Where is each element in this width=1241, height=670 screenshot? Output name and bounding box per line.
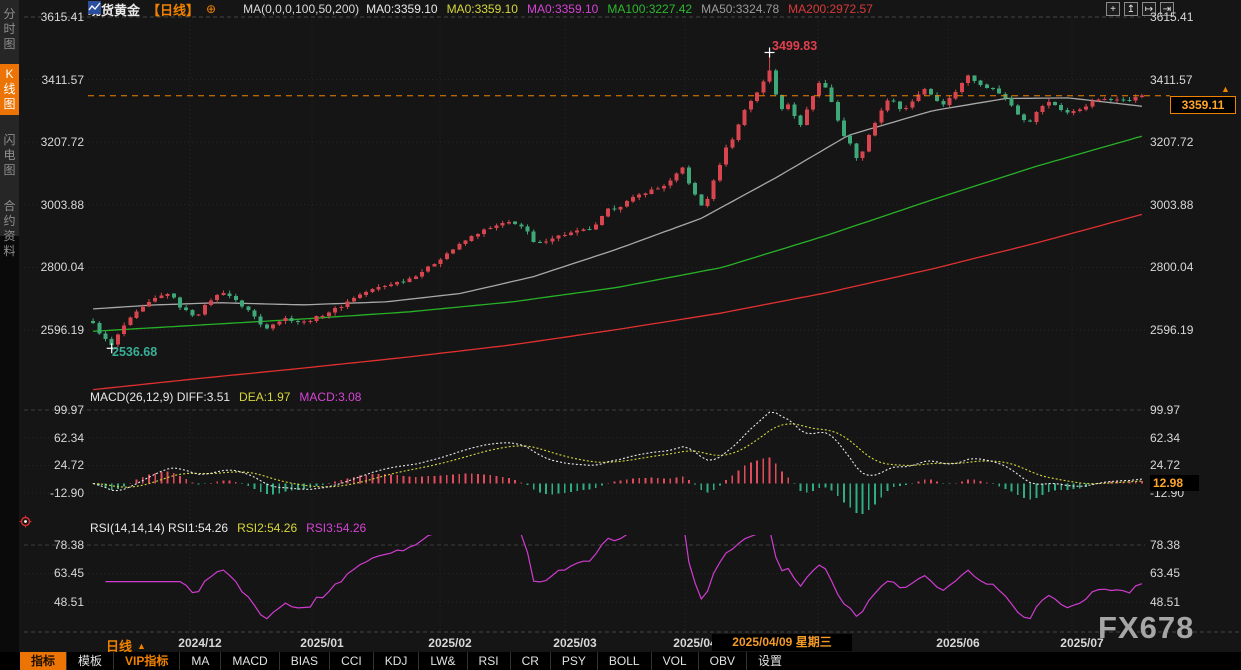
macd-ytick-right-2: 24.72: [1150, 458, 1210, 472]
ma-value-5: MA200:2972.57: [788, 2, 873, 16]
toolbar-tab-KDJ[interactable]: KDJ: [373, 652, 419, 670]
rsi-ytick-left-0: 78.38: [24, 538, 84, 552]
toolbar-tab-OBV[interactable]: OBV: [698, 652, 746, 670]
main-ytick-right-4: 2800.04: [1150, 260, 1210, 274]
toolbar-tab-RSI[interactable]: RSI: [467, 652, 510, 670]
indicator-toolbar: 指标模板VIP指标MAMACDBIASCCIKDJLW&RSICRPSYBOLL…: [0, 652, 1241, 670]
add-overlay-icon[interactable]: ⊕: [206, 2, 216, 16]
macd-ytick-left-3: -12.90: [24, 486, 84, 500]
period-tag: 【日线】: [147, 0, 199, 19]
toolbar-tab-MACD[interactable]: MACD: [220, 652, 278, 670]
zoom-up-icon[interactable]: ↥: [1124, 2, 1138, 16]
toolbar-tab-CR[interactable]: CR: [510, 652, 550, 670]
macd-ytick-left-2: 24.72: [24, 458, 84, 472]
chart-style-icon[interactable]: [223, 3, 236, 16]
toolbar-tab-BOLL[interactable]: BOLL: [597, 652, 651, 670]
rsi-ytick-right-1: 63.45: [1150, 566, 1210, 580]
x-axis-label-3: 2025/03: [553, 636, 596, 650]
toolbar-tab-CCI[interactable]: CCI: [329, 652, 373, 670]
toolbar-tab-MA[interactable]: MA: [179, 652, 220, 670]
rsi-label-part-0: RSI(14,14,14) RSI1:54.26: [90, 521, 228, 535]
sidebar-tab-kline-chart[interactable]: K线图: [0, 64, 19, 115]
x-axis-label-4: 2025/04: [673, 636, 716, 650]
main-ytick-left-4: 2800.04: [24, 260, 84, 274]
rsi-ytick-left-1: 63.45: [24, 566, 84, 580]
sidebar-tab-flash-chart[interactable]: 闪电图: [0, 130, 19, 181]
ma-value-0: MA0:3359.10: [366, 2, 437, 16]
sidebar-tab-contract-info[interactable]: 合约资料: [0, 196, 19, 262]
ma-value-4: MA50:3324.78: [701, 2, 779, 16]
macd-label-part-0: MACD(26,12,9) DIFF:3.51: [90, 390, 230, 404]
macd-ytick-right-1: 62.34: [1150, 431, 1210, 445]
rsi-ytick-left-2: 48.51: [24, 595, 84, 609]
macd-label-part-2: MACD:3.08: [299, 390, 361, 404]
macd-ytick-left-0: 99.97: [24, 403, 84, 417]
ma-value-3: MA100:3227.42: [607, 2, 692, 16]
macd-axis-value-box: 12.98: [1150, 475, 1199, 491]
toolbar-tab-BIAS[interactable]: BIAS: [279, 652, 329, 670]
toolbar-tab-PSY[interactable]: PSY: [550, 652, 597, 670]
chart-header: 现货黄金 【日线】 ⊕ MA(0,0,0,100,50,200) MA0:335…: [88, 1, 873, 17]
macd-label-part-1: DEA:1.97: [239, 390, 290, 404]
highest-price-label: 3499.83: [772, 39, 817, 53]
x-axis-label-1: 2025/01: [300, 636, 343, 650]
main-ytick-left-5: 2596.19: [24, 323, 84, 337]
chart-canvas[interactable]: [0, 0, 1241, 670]
main-ytick-left-0: 3615.41: [24, 10, 84, 24]
price-up-arrow-icon: ▲: [1221, 84, 1230, 94]
macd-indicator-label: MACD(26,12,9) DIFF:3.51 DEA:1.97 MACD:3.08: [90, 390, 361, 404]
main-ytick-left-3: 3003.88: [24, 198, 84, 212]
macd-ytick-left-1: 62.34: [24, 431, 84, 445]
toolbar-tab-LW&[interactable]: LW&: [418, 652, 466, 670]
lowest-price-label: 2536.68: [112, 345, 157, 359]
main-ytick-right-0: 3615.41: [1150, 10, 1210, 24]
toolbar-tab-VOL[interactable]: VOL: [651, 652, 698, 670]
left-sidebar: 分时图 K线图闪电图合约资料: [0, 0, 19, 652]
main-ytick-left-1: 3411.57: [24, 73, 84, 87]
ma-value-2: MA0:3359.10: [527, 2, 598, 16]
rsi-ytick-right-2: 48.51: [1150, 595, 1210, 609]
toolbar-tab-VIP指标[interactable]: VIP指标: [113, 652, 179, 670]
date-tooltip: 2025/04/09 星期三: [712, 634, 852, 651]
rsi-ytick-right-0: 78.38: [1150, 538, 1210, 552]
period-up-arrow-icon: ▲: [137, 641, 146, 651]
x-axis-label-6: 2025/06: [936, 636, 979, 650]
toolbar-tab-模板[interactable]: 模板: [66, 652, 113, 670]
toolbar-tab-设置[interactable]: 设置: [746, 652, 793, 670]
main-ytick-right-5: 2596.19: [1150, 323, 1210, 337]
rsi-label-part-1: RSI2:54.26: [237, 521, 297, 535]
ma-settings: MA(0,0,0,100,50,200): [243, 2, 359, 16]
gold-chart-app: 分时图 K线图闪电图合约资料 现货黄金 【日线】 ⊕ MA(0,0,0,100,5…: [0, 0, 1241, 670]
sidebar-tab-time-chart[interactable]: 分时图: [0, 4, 19, 55]
main-ytick-right-3: 3003.88: [1150, 198, 1210, 212]
last-price-box[interactable]: 3359.11: [1170, 96, 1236, 114]
crosshair-icon[interactable]: +: [1106, 2, 1120, 16]
x-axis-label-2: 2025/02: [428, 636, 471, 650]
fx678-watermark: FX678: [1098, 610, 1194, 646]
rsi-label-part-2: RSI3:54.26: [306, 521, 366, 535]
main-ytick-left-2: 3207.72: [24, 135, 84, 149]
main-ytick-right-1: 3411.57: [1150, 73, 1210, 87]
ma-value-1: MA0:3359.10: [447, 2, 518, 16]
main-ytick-right-2: 3207.72: [1150, 135, 1210, 149]
rsi-indicator-label: RSI(14,14,14) RSI1:54.26 RSI2:54.26 RSI3:5…: [90, 521, 366, 535]
toolbar-tab-指标[interactable]: 指标: [20, 652, 66, 670]
macd-ytick-right-0: 99.97: [1150, 403, 1210, 417]
x-axis-label-0: 2024/12: [178, 636, 221, 650]
ma-values: MA0:3359.10 MA0:3359.10 MA0:3359.10 MA100:3…: [366, 2, 873, 16]
